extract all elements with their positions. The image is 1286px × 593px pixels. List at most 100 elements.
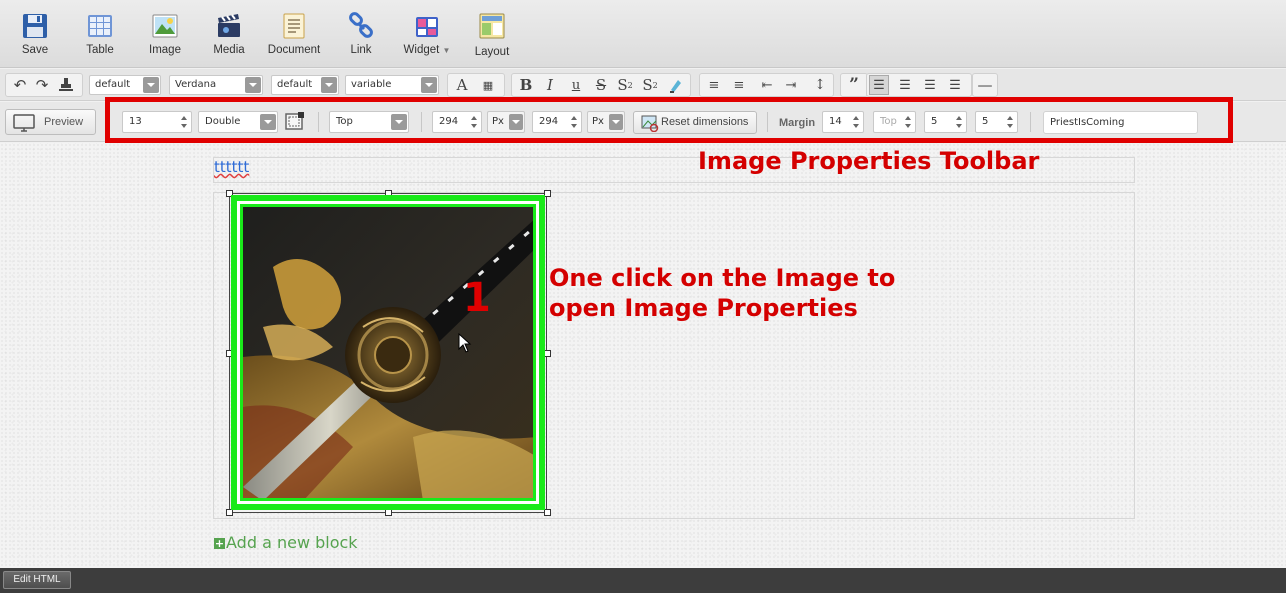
spinner-arrows-icon[interactable] xyxy=(956,115,963,129)
ordered-list-icon[interactable]: ≡ xyxy=(704,75,724,95)
height-input[interactable]: 294 xyxy=(532,111,582,133)
widget-button[interactable]: Widget ▼ xyxy=(392,12,462,62)
margin-third-input[interactable]: 5 xyxy=(975,111,1018,133)
spinner-arrows-icon[interactable] xyxy=(471,115,478,129)
text-block-content[interactable]: tttttt xyxy=(214,158,249,176)
margin-value: 14 xyxy=(829,116,842,127)
width-value: 294 xyxy=(439,116,459,127)
resize-handle-bottom-left[interactable] xyxy=(226,509,233,516)
selected-image[interactable] xyxy=(231,195,545,510)
border-width-input[interactable]: 13 xyxy=(122,111,192,133)
resize-handle-top-right[interactable] xyxy=(544,190,551,197)
table-button[interactable]: Table xyxy=(65,12,135,62)
toolbar-separator xyxy=(1030,112,1031,132)
save-label: Save xyxy=(21,44,49,56)
document-button[interactable]: Document xyxy=(259,12,329,62)
margin-top-input[interactable]: Top xyxy=(873,111,916,133)
image-name-input[interactable]: PriestIsComing xyxy=(1043,111,1198,134)
vertical-align-select[interactable]: Top xyxy=(329,111,409,133)
line-spacing-icon[interactable]: ↕ xyxy=(810,75,830,95)
align-justify-icon[interactable]: ☰ xyxy=(945,75,965,95)
font-color-icon[interactable]: A xyxy=(452,75,472,95)
annotation-instruction: One click on the Image to open Image Pro… xyxy=(549,264,896,322)
edit-html-button[interactable]: Edit HTML xyxy=(3,571,71,589)
add-new-block-link[interactable]: + Add a new block xyxy=(214,533,358,552)
line-height-value: variable xyxy=(351,79,392,90)
paragraph-style-value: default xyxy=(95,79,131,90)
width-unit-select[interactable]: Px xyxy=(487,111,525,133)
reset-image-icon xyxy=(641,115,659,132)
height-unit-value: Px xyxy=(592,116,604,127)
superscript-icon[interactable]: S2 xyxy=(615,75,635,95)
width-input[interactable]: 294 xyxy=(432,111,482,133)
align-center-icon[interactable]: ☰ xyxy=(895,75,915,95)
spinner-arrows-icon[interactable] xyxy=(181,115,188,129)
resize-handle-right[interactable] xyxy=(544,350,551,357)
picture-icon xyxy=(152,14,178,38)
font-family-value: Verdana xyxy=(175,79,217,90)
undo-icon[interactable]: ↶ xyxy=(9,75,31,95)
outdent-icon[interactable]: ⇤ xyxy=(757,75,777,95)
resize-handle-bottom[interactable] xyxy=(385,509,392,516)
clear-format-icon[interactable]: ▦ xyxy=(478,75,498,95)
media-label: Media xyxy=(213,44,245,56)
align-right-icon[interactable]: ☰ xyxy=(920,75,940,95)
blockquote-icon[interactable]: ” xyxy=(844,75,864,95)
table-label: Table xyxy=(86,44,114,56)
italic-icon[interactable]: I xyxy=(540,75,560,95)
floppy-disk-icon xyxy=(23,14,47,38)
preview-button[interactable]: Preview xyxy=(5,109,96,135)
height-unit-select[interactable]: Px xyxy=(587,111,625,133)
dropdown-arrow-icon xyxy=(260,114,276,130)
strikethrough-icon[interactable]: S xyxy=(591,75,611,95)
image-button[interactable]: Image xyxy=(130,12,200,62)
document-label: Document xyxy=(267,44,321,56)
highlight-icon[interactable] xyxy=(666,75,686,95)
align-left-icon[interactable]: ☰ xyxy=(869,75,889,95)
dropdown-arrow-icon xyxy=(245,77,261,93)
dropdown-arrow-icon xyxy=(609,114,623,130)
bold-icon[interactable]: B xyxy=(516,75,536,95)
layout-button[interactable]: Layout xyxy=(457,12,527,62)
font-size-select[interactable]: default xyxy=(271,75,339,95)
dropdown-arrow-icon xyxy=(391,114,407,130)
image-properties-toolbar: Preview 13 Double Top 294 Px 294 Px Rese… xyxy=(0,102,1286,142)
margin-second-value: 5 xyxy=(931,116,938,127)
spinner-arrows-icon[interactable] xyxy=(905,115,912,129)
margin-third-value: 5 xyxy=(982,116,989,127)
spinner-arrows-icon[interactable] xyxy=(1007,115,1014,129)
indent-icon[interactable]: ⇥ xyxy=(781,75,801,95)
margin-value-input[interactable]: 14 xyxy=(822,111,864,133)
preview-label: Preview xyxy=(44,116,84,128)
horizontal-rule-icon[interactable]: — xyxy=(975,75,995,95)
step-number-annotation: 1 xyxy=(463,275,491,321)
stamp-icon[interactable] xyxy=(55,75,77,95)
formatting-toolbar: ↶ ↷ default Verdana default variable A ▦… xyxy=(0,69,1286,101)
border-style-select[interactable]: Double xyxy=(198,111,278,133)
border-width-value: 13 xyxy=(129,116,142,127)
image-content[interactable] xyxy=(240,204,536,501)
line-height-select[interactable]: variable xyxy=(345,75,439,95)
border-color-picker[interactable] xyxy=(285,111,305,131)
spinner-arrows-icon[interactable] xyxy=(853,115,860,129)
media-button[interactable]: Media xyxy=(194,12,264,62)
main-ribbon: Save Table Image Media Document Link Wid… xyxy=(0,0,1286,68)
height-value: 294 xyxy=(539,116,559,127)
margin-second-input[interactable]: 5 xyxy=(924,111,967,133)
underline-icon[interactable]: u xyxy=(566,75,586,95)
resize-handle-bottom-right[interactable] xyxy=(544,509,551,516)
font-family-select[interactable]: Verdana xyxy=(169,75,263,95)
save-button[interactable]: Save xyxy=(0,12,70,62)
unordered-list-icon[interactable]: ≡ xyxy=(729,75,749,95)
layout-icon xyxy=(479,13,505,39)
subscript-icon[interactable]: S2 xyxy=(640,75,660,95)
border-style-value: Double xyxy=(205,116,241,127)
redo-icon[interactable]: ↷ xyxy=(31,75,53,95)
link-button[interactable]: Link xyxy=(326,12,396,62)
paragraph-style-select[interactable]: default xyxy=(89,75,161,95)
table-icon xyxy=(88,15,112,37)
reset-dimensions-button[interactable]: Reset dimensions xyxy=(633,111,757,134)
dropdown-arrow-icon xyxy=(321,77,337,93)
document-icon xyxy=(283,13,305,39)
spinner-arrows-icon[interactable] xyxy=(571,115,578,129)
